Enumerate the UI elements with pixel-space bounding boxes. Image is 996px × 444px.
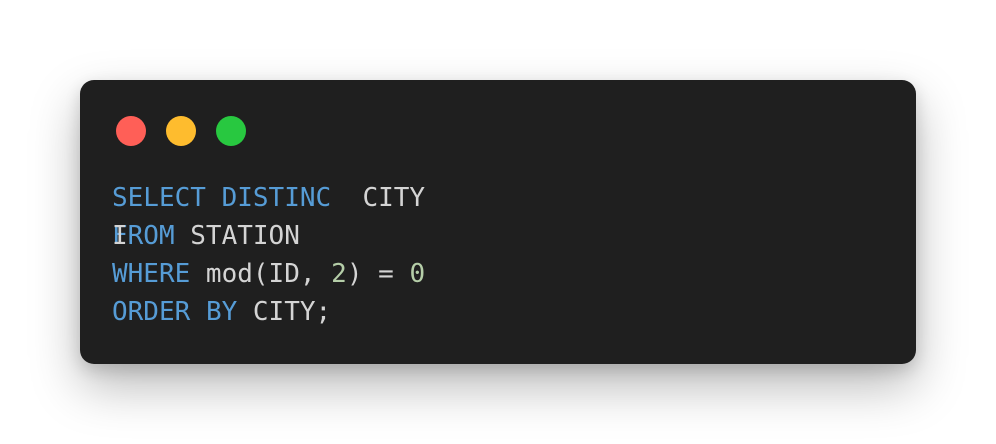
identifier-station: STATION: [174, 221, 300, 251]
maximize-dot-icon[interactable]: [216, 116, 246, 146]
overlapped-text: I FROM: [112, 217, 175, 255]
number-zero: 0: [409, 259, 426, 289]
code-line-1: SELECT DISTINC CITY: [112, 179, 425, 217]
keyword-where: WHERE: [112, 259, 191, 289]
operator-equals: ) =: [346, 259, 410, 289]
identifier-city-semicolon: CITY;: [237, 297, 332, 327]
code-line-4: ORDER BY CITY;: [112, 293, 425, 331]
number-two: 2: [331, 259, 347, 289]
close-dot-icon[interactable]: [116, 116, 146, 146]
keyword-by: BY: [205, 297, 238, 327]
code-block: SELECT DISTINC CITY I FROM STATION WHERE mo…: [112, 179, 425, 331]
minimize-dot-icon[interactable]: [166, 116, 196, 146]
function-mod: mod(ID,: [190, 259, 332, 289]
keyword-select: SELECT: [112, 183, 206, 213]
stray-character: I: [112, 221, 128, 251]
identifier-city: CITY: [331, 183, 426, 213]
window-controls: [116, 116, 246, 146]
code-window: SELECT DISTINC CITY I FROM STATION WHERE mo…: [80, 80, 916, 364]
keyword-order: ORDER: [112, 297, 191, 327]
code-line-2: I FROM STATION: [112, 217, 425, 255]
code-line-3: WHERE mod(ID, 2) = 0: [112, 255, 425, 293]
keyword-distinc: DISTINC: [221, 183, 332, 213]
